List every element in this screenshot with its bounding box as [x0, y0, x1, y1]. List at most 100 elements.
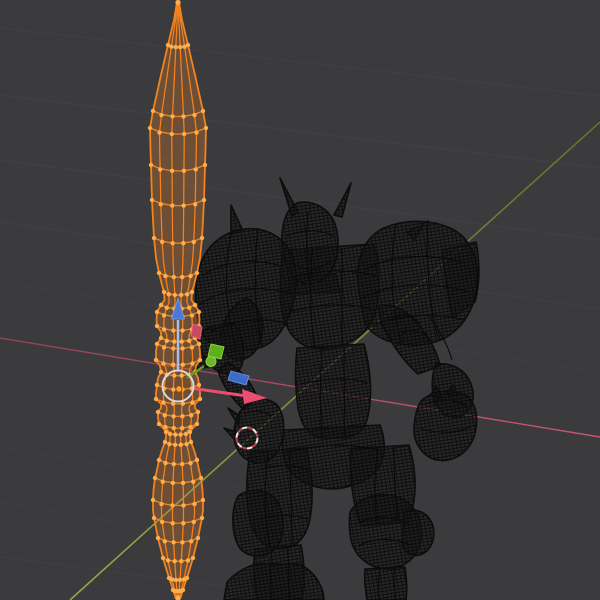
- spear-vertex[interactable]: [171, 540, 176, 545]
- spear-vertex[interactable]: [180, 328, 185, 333]
- spear-vertex[interactable]: [170, 114, 175, 119]
- spear-vertex[interactable]: [180, 540, 185, 545]
- spear-vertex[interactable]: [170, 503, 175, 508]
- spear-vertex[interactable]: [177, 577, 183, 583]
- spear-vertex[interactable]: [192, 302, 198, 308]
- spear-vertex[interactable]: [160, 479, 165, 484]
- spear-vertex[interactable]: [195, 535, 201, 541]
- spear-vertex[interactable]: [181, 168, 187, 173]
- 3d-viewport[interactable]: [0, 0, 600, 600]
- spear-vertex[interactable]: [161, 345, 167, 350]
- spear-vertex[interactable]: [151, 235, 157, 241]
- spear-vertex[interactable]: [170, 241, 175, 246]
- spear-vertex[interactable]: [164, 305, 169, 310]
- spear-vertex[interactable]: [156, 270, 162, 276]
- spear-vertex[interactable]: [180, 461, 185, 467]
- spear-vertex[interactable]: [161, 327, 167, 332]
- spear-vertex[interactable]: [187, 338, 192, 343]
- spear-vertex[interactable]: [181, 114, 186, 119]
- spear-vertex[interactable]: [173, 577, 179, 583]
- spear-vertex[interactable]: [155, 535, 161, 541]
- spear-vertex[interactable]: [154, 309, 160, 315]
- spear-vertex[interactable]: [149, 197, 155, 203]
- spear-vertex[interactable]: [194, 130, 199, 135]
- spear-vertex[interactable]: [178, 292, 184, 298]
- spear-vertex[interactable]: [164, 338, 169, 343]
- spear-vertex[interactable]: [200, 108, 206, 114]
- spear-vertex[interactable]: [171, 425, 176, 431]
- spear-vertex[interactable]: [187, 305, 192, 310]
- spear-vertex[interactable]: [191, 239, 196, 245]
- spear-vertex[interactable]: [169, 168, 175, 173]
- spear-vertex[interactable]: [181, 503, 186, 508]
- spear-vertex[interactable]: [151, 515, 157, 521]
- spear-vertex[interactable]: [194, 270, 200, 276]
- spear-vertex[interactable]: [154, 382, 160, 388]
- spear-vertex[interactable]: [192, 501, 197, 507]
- spear-vertex[interactable]: [200, 497, 206, 503]
- spear-vertex[interactable]: [199, 235, 205, 241]
- spear-vertex[interactable]: [150, 108, 156, 114]
- spear-vertex[interactable]: [181, 521, 186, 526]
- spear-vertex[interactable]: [167, 431, 173, 437]
- spear-vertex[interactable]: [181, 241, 186, 246]
- spear-vertex[interactable]: [154, 341, 160, 347]
- spear-vertex[interactable]: [155, 409, 161, 415]
- spear-vertex[interactable]: [171, 328, 176, 333]
- spear-vertex[interactable]: [191, 519, 196, 525]
- spear-vertex[interactable]: [180, 414, 185, 419]
- spear-vertex[interactable]: [197, 396, 203, 402]
- spear-vertex[interactable]: [193, 167, 198, 172]
- spear-vertex[interactable]: [203, 125, 209, 131]
- spear-vertex[interactable]: [187, 429, 193, 435]
- spear-vertex[interactable]: [148, 162, 154, 168]
- spear-vertex[interactable]: [153, 396, 159, 402]
- spear-vertex[interactable]: [180, 425, 185, 431]
- spear-vertex[interactable]: [150, 497, 156, 503]
- spear-vertex[interactable]: [201, 197, 207, 203]
- spear-vertex[interactable]: [189, 313, 195, 318]
- spear-vertex[interactable]: [185, 42, 191, 48]
- spear-vertex[interactable]: [193, 202, 198, 207]
- spear-vertex[interactable]: [180, 480, 186, 486]
- spear-vertex[interactable]: [195, 409, 201, 415]
- spear-vertex[interactable]: [170, 480, 176, 486]
- spear-vertex[interactable]: [190, 555, 196, 561]
- spear-vertex[interactable]: [163, 429, 169, 435]
- spear-vertex[interactable]: [179, 339, 184, 344]
- spear-vertex[interactable]: [172, 559, 177, 564]
- spear-vertex[interactable]: [189, 289, 195, 295]
- spear-vertex[interactable]: [190, 361, 195, 366]
- spear-vertex[interactable]: [158, 369, 164, 375]
- spear-vertex[interactable]: [196, 382, 202, 388]
- spear-vertex[interactable]: [156, 421, 162, 427]
- spear-vertex[interactable]: [184, 441, 189, 447]
- spear-vertex[interactable]: [158, 202, 163, 207]
- spear-vertex[interactable]: [154, 323, 160, 329]
- spear-vertex[interactable]: [163, 273, 168, 279]
- spear-vertex[interactable]: [189, 539, 194, 544]
- spear-vertex[interactable]: [173, 432, 178, 437]
- spear-vertex[interactable]: [162, 413, 167, 418]
- spear-vertex[interactable]: [185, 292, 190, 297]
- spear-vertex[interactable]: [191, 479, 196, 484]
- spear-vertex[interactable]: [166, 292, 171, 297]
- spear-vertex[interactable]: [190, 400, 195, 405]
- spear-vertex[interactable]: [180, 346, 185, 351]
- spear-vertex[interactable]: [156, 457, 162, 463]
- spear-vertex[interactable]: [157, 130, 162, 135]
- spear-vertex[interactable]: [162, 439, 168, 445]
- spear-vertex[interactable]: [173, 44, 178, 50]
- spear-vertex[interactable]: [160, 519, 165, 525]
- spear-vertex[interactable]: [152, 475, 158, 481]
- spear-vertex[interactable]: [189, 345, 195, 350]
- spear-vertex[interactable]: [198, 475, 204, 481]
- spear-vertex[interactable]: [161, 400, 166, 405]
- spear-vertex[interactable]: [182, 131, 187, 137]
- spear-vertex[interactable]: [179, 373, 184, 378]
- spear-vertex[interactable]: [184, 575, 190, 581]
- spear-vertex[interactable]: [163, 460, 168, 466]
- spear-vertex[interactable]: [178, 44, 183, 50]
- spear-vertex[interactable]: [160, 555, 166, 561]
- spear-vertex[interactable]: [147, 125, 153, 131]
